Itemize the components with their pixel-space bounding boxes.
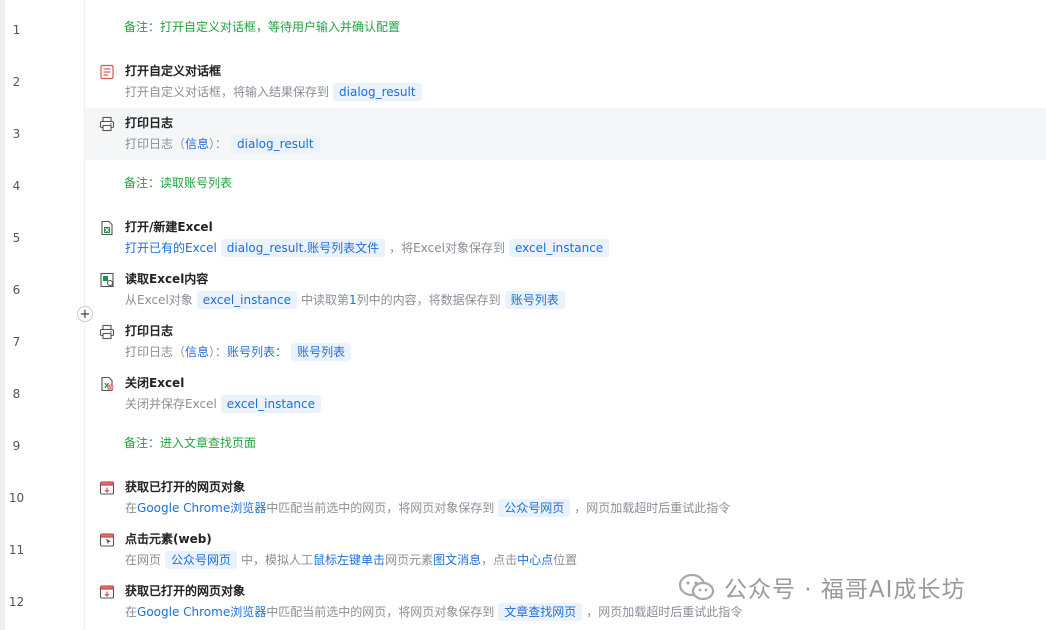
description-text: 打开自定义对话框，将输入结果保存到: [125, 85, 330, 99]
description-text: 中读取第: [301, 293, 350, 307]
variable-chip[interactable]: excel_instance: [196, 291, 298, 309]
step-description: 在 Google Chrome浏览器 中匹配当前选中的网页，将网页对象保存到 文章查找…: [125, 603, 742, 621]
variable-chip[interactable]: 公众号网页: [498, 499, 571, 517]
step-title[interactable]: 关闭Excel: [125, 374, 184, 392]
description-text: 关闭并保存Excel: [125, 397, 217, 411]
flow-row[interactable]: 7 打印日志打印日志（ 信息）： 账号列表： 账号列表: [0, 316, 1046, 368]
flow-row[interactable]: 9 备注：进入文章查找页面: [0, 420, 1046, 472]
step-title[interactable]: 获取已打开的网页对象: [125, 478, 245, 496]
comment-note[interactable]: 备注：打开自定义对话框，等待用户输入并确认配置: [124, 18, 400, 36]
variable-chip[interactable]: 文章查找网页: [498, 603, 583, 621]
parameter-value[interactable]: 1: [349, 291, 357, 309]
parameter-value[interactable]: 鼠标左键单击: [313, 551, 385, 569]
variable-chip[interactable]: excel_instance: [220, 395, 322, 413]
description-text: 打印日志（: [125, 345, 186, 359]
parameter-value[interactable]: 中心点: [517, 551, 553, 569]
parameter-value[interactable]: 信息: [185, 343, 209, 361]
parameter-value[interactable]: 打开已有的Excel: [125, 239, 217, 257]
variable-chip[interactable]: 公众号网页: [165, 551, 238, 569]
variable-chip[interactable]: 账号列表: [504, 291, 565, 309]
parameter-value[interactable]: 图文消息: [433, 551, 481, 569]
step-title[interactable]: 打印日志: [125, 114, 173, 132]
description-text: ，点击: [481, 553, 518, 567]
step-title[interactable]: 打开自定义对话框: [125, 62, 221, 80]
flow-row[interactable]: 3 打印日志打印日志（ 信息）： dialog_result: [0, 108, 1046, 160]
comment-note[interactable]: 备注：进入文章查找页面: [124, 434, 256, 452]
parameter-value[interactable]: 信息: [185, 135, 209, 153]
description-text: ，将Excel对象保存到: [389, 241, 505, 255]
description-text: 打印日志（: [125, 137, 186, 151]
flow-row[interactable]: 10 获取已打开的网页对象在 Google Chrome浏览器 中匹配当前选中的网页，…: [0, 472, 1046, 524]
insert-step-button[interactable]: +: [77, 306, 93, 322]
line-number: 11: [8, 543, 25, 557]
excel-close-icon: X: [99, 376, 115, 392]
line-number: 7: [12, 335, 21, 349]
description-text: 在: [125, 501, 138, 515]
line-number: 9: [12, 439, 21, 453]
line-number: 6: [12, 283, 21, 297]
line-number: 10: [8, 491, 25, 505]
line-number: 1: [12, 23, 21, 37]
description-text: 网页元素: [385, 553, 434, 567]
parameter-value[interactable]: Google Chrome浏览器: [137, 499, 266, 517]
line-number: 2: [12, 75, 21, 89]
step-title[interactable]: 打印日志: [125, 322, 173, 340]
dialog-icon: [99, 64, 115, 80]
flow-row[interactable]: 2 打开自定义对话框打开自定义对话框，将输入结果保存到 dialog_result: [0, 56, 1046, 108]
click-element-icon: [99, 532, 115, 548]
line-number: 5: [12, 231, 21, 245]
line-number: 3: [12, 127, 21, 141]
watermark-text: 公众号 · 福哥AI成长坊: [724, 577, 966, 603]
parameter-value[interactable]: Google Chrome浏览器: [137, 603, 266, 621]
step-description: 在 Google Chrome浏览器 中匹配当前选中的网页，将网页对象保存到 公众号网…: [125, 499, 730, 517]
wechat-icon: [678, 573, 715, 601]
step-description: 在网页 公众号网页 中，模拟人工 鼠标左键单击 网页元素 图文消息 ，点击 中心点 位置: [125, 551, 577, 569]
description-text: 在网页: [125, 553, 162, 567]
flow-row[interactable]: 4 备注：读取账号列表: [0, 160, 1046, 212]
flow-row[interactable]: 8 X 关闭Excel 关闭并保存Excel excel_instance: [0, 368, 1046, 420]
flow-row[interactable]: 5 打开/新建Excel 打开已有的Excel dialog_result.账号列表文…: [0, 212, 1046, 264]
description-text: 在: [125, 605, 138, 619]
line-number: 4: [12, 179, 21, 193]
description-text: ，网页加载超时后重试此指令: [586, 605, 743, 619]
step-description: 从Excel对象 excel_instance 中读取第 1 列中的内容，将数据保存到账…: [125, 291, 569, 309]
description-text: 列中的内容，将数据保存到: [356, 293, 501, 307]
step-description: 关闭并保存Excel excel_instance: [125, 395, 325, 413]
excel-open-icon: [99, 220, 115, 236]
step-description: 打开已有的Excel dialog_result.账号列表文件 ，将Excel对象保…: [125, 239, 613, 257]
variable-chip[interactable]: 账号列表: [291, 343, 352, 361]
step-description: 打印日志（ 信息）： 账号列表： 账号列表: [125, 343, 355, 361]
flow-row[interactable]: 1 备注：打开自定义对话框，等待用户输入并确认配置: [0, 4, 1046, 56]
line-number: 8: [12, 387, 21, 401]
description-text: ）：: [209, 137, 228, 151]
step-title[interactable]: 获取已打开的网页对象: [125, 582, 245, 600]
description-text: ，网页加载超时后重试此指令: [574, 501, 731, 515]
watermark: 公众号 · 福哥AI成长坊: [678, 569, 965, 605]
parameter-value[interactable]: 账号列表：: [227, 343, 287, 361]
print-log-icon: [99, 324, 115, 340]
description-text: 中，模拟人工: [241, 553, 314, 567]
description-text: 从Excel对象: [125, 293, 193, 307]
variable-chip[interactable]: dialog_result.账号列表文件: [220, 239, 386, 257]
comment-note[interactable]: 备注：读取账号列表: [124, 174, 232, 192]
description-text: 位置: [553, 553, 578, 567]
step-title[interactable]: 点击元素(web): [125, 530, 212, 548]
print-log-icon: [99, 116, 115, 132]
browser-icon: [99, 480, 115, 496]
excel-read-icon: [99, 272, 115, 288]
step-title[interactable]: 读取Excel内容: [125, 270, 208, 288]
variable-chip[interactable]: dialog_result: [333, 83, 422, 101]
description-text: ）：: [209, 345, 228, 359]
step-description: 打开自定义对话框，将输入结果保存到 dialog_result: [125, 83, 426, 101]
flow-row[interactable]: 6 读取Excel内容从Excel对象 excel_instance 中读取第 1 列中的…: [0, 264, 1046, 316]
step-title[interactable]: 打开/新建Excel: [125, 218, 213, 236]
variable-chip[interactable]: dialog_result: [231, 135, 320, 153]
description-text: 中匹配当前选中的网页，将网页对象保存到: [266, 501, 495, 515]
browser-icon: [99, 584, 115, 600]
line-number: 12: [8, 595, 25, 609]
variable-chip[interactable]: excel_instance: [508, 239, 610, 257]
step-description: 打印日志（ 信息）： dialog_result: [125, 135, 324, 153]
description-text: 中匹配当前选中的网页，将网页对象保存到: [266, 605, 495, 619]
